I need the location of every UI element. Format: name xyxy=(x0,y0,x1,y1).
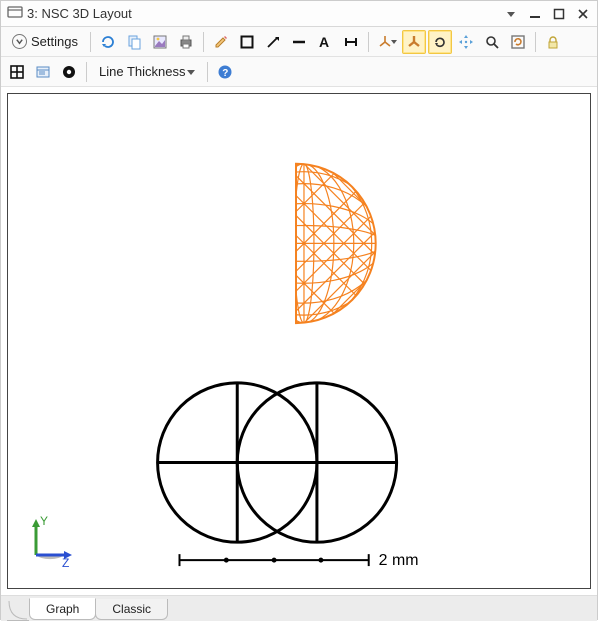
scale-bar-label: 2 mm xyxy=(379,552,419,569)
reset-view-button[interactable] xyxy=(506,30,530,54)
svg-text:A: A xyxy=(319,34,329,50)
scene-content: 2 mm xyxy=(8,94,590,588)
copy-button[interactable] xyxy=(122,30,146,54)
measure-tool[interactable] xyxy=(339,30,363,54)
line-tool[interactable] xyxy=(287,30,311,54)
rectangle-tool[interactable] xyxy=(235,30,259,54)
separator xyxy=(535,32,536,52)
print-button[interactable] xyxy=(174,30,198,54)
svg-text:?: ? xyxy=(223,68,229,79)
tab-bar: Graph Classic xyxy=(1,595,597,621)
pencil-tool[interactable] xyxy=(209,30,233,54)
toolbar-primary: Settings A xyxy=(1,27,597,57)
tab-label: Classic xyxy=(112,602,151,616)
window-title: 3: NSC 3D Layout xyxy=(23,6,503,21)
separator xyxy=(86,62,87,82)
rotate-view-button[interactable] xyxy=(428,30,452,54)
toolbar-secondary: Line Thickness ? xyxy=(1,57,597,87)
minimize-button[interactable] xyxy=(527,6,543,22)
target-button[interactable] xyxy=(57,60,81,84)
settings-label: Settings xyxy=(31,34,78,49)
separator xyxy=(207,62,208,82)
arrow-tool[interactable] xyxy=(261,30,285,54)
chevron-down-icon xyxy=(12,34,27,49)
axis-z-label: Z xyxy=(62,556,69,569)
text-tool[interactable]: A xyxy=(313,30,337,54)
separator xyxy=(203,32,204,52)
view-xyz-solid-button[interactable] xyxy=(402,30,426,54)
line-thickness-dropdown[interactable]: Line Thickness xyxy=(92,60,202,84)
tab-classic[interactable]: Classic xyxy=(95,599,168,620)
viewport-3d[interactable]: 2 mm Y Z xyxy=(7,93,591,589)
zoom-button[interactable] xyxy=(480,30,504,54)
settings-button[interactable]: Settings xyxy=(5,30,85,54)
tab-label: Graph xyxy=(46,602,79,616)
help-button[interactable]: ? xyxy=(213,60,237,84)
separator xyxy=(368,32,369,52)
line-thickness-label: Line Thickness xyxy=(99,64,185,79)
dropdown-icon[interactable] xyxy=(503,6,519,22)
axis-y-label: Y xyxy=(40,514,48,528)
window-app-icon xyxy=(7,5,23,22)
close-button[interactable] xyxy=(575,6,591,22)
grid-toggle-button[interactable] xyxy=(5,60,29,84)
tab-graph[interactable]: Graph xyxy=(29,598,96,620)
axis-triad: Y Z xyxy=(22,513,78,572)
tab-spacer xyxy=(7,599,29,621)
pan-view-button[interactable] xyxy=(454,30,478,54)
separator xyxy=(90,32,91,52)
maximize-button[interactable] xyxy=(551,6,567,22)
title-bar: 3: NSC 3D Layout xyxy=(1,1,597,27)
save-image-button[interactable] xyxy=(148,30,172,54)
view-xyz-wire-button[interactable] xyxy=(374,30,400,54)
config-window-button[interactable] xyxy=(31,60,55,84)
refresh-button[interactable] xyxy=(96,30,120,54)
lock-view-button[interactable] xyxy=(541,30,565,54)
